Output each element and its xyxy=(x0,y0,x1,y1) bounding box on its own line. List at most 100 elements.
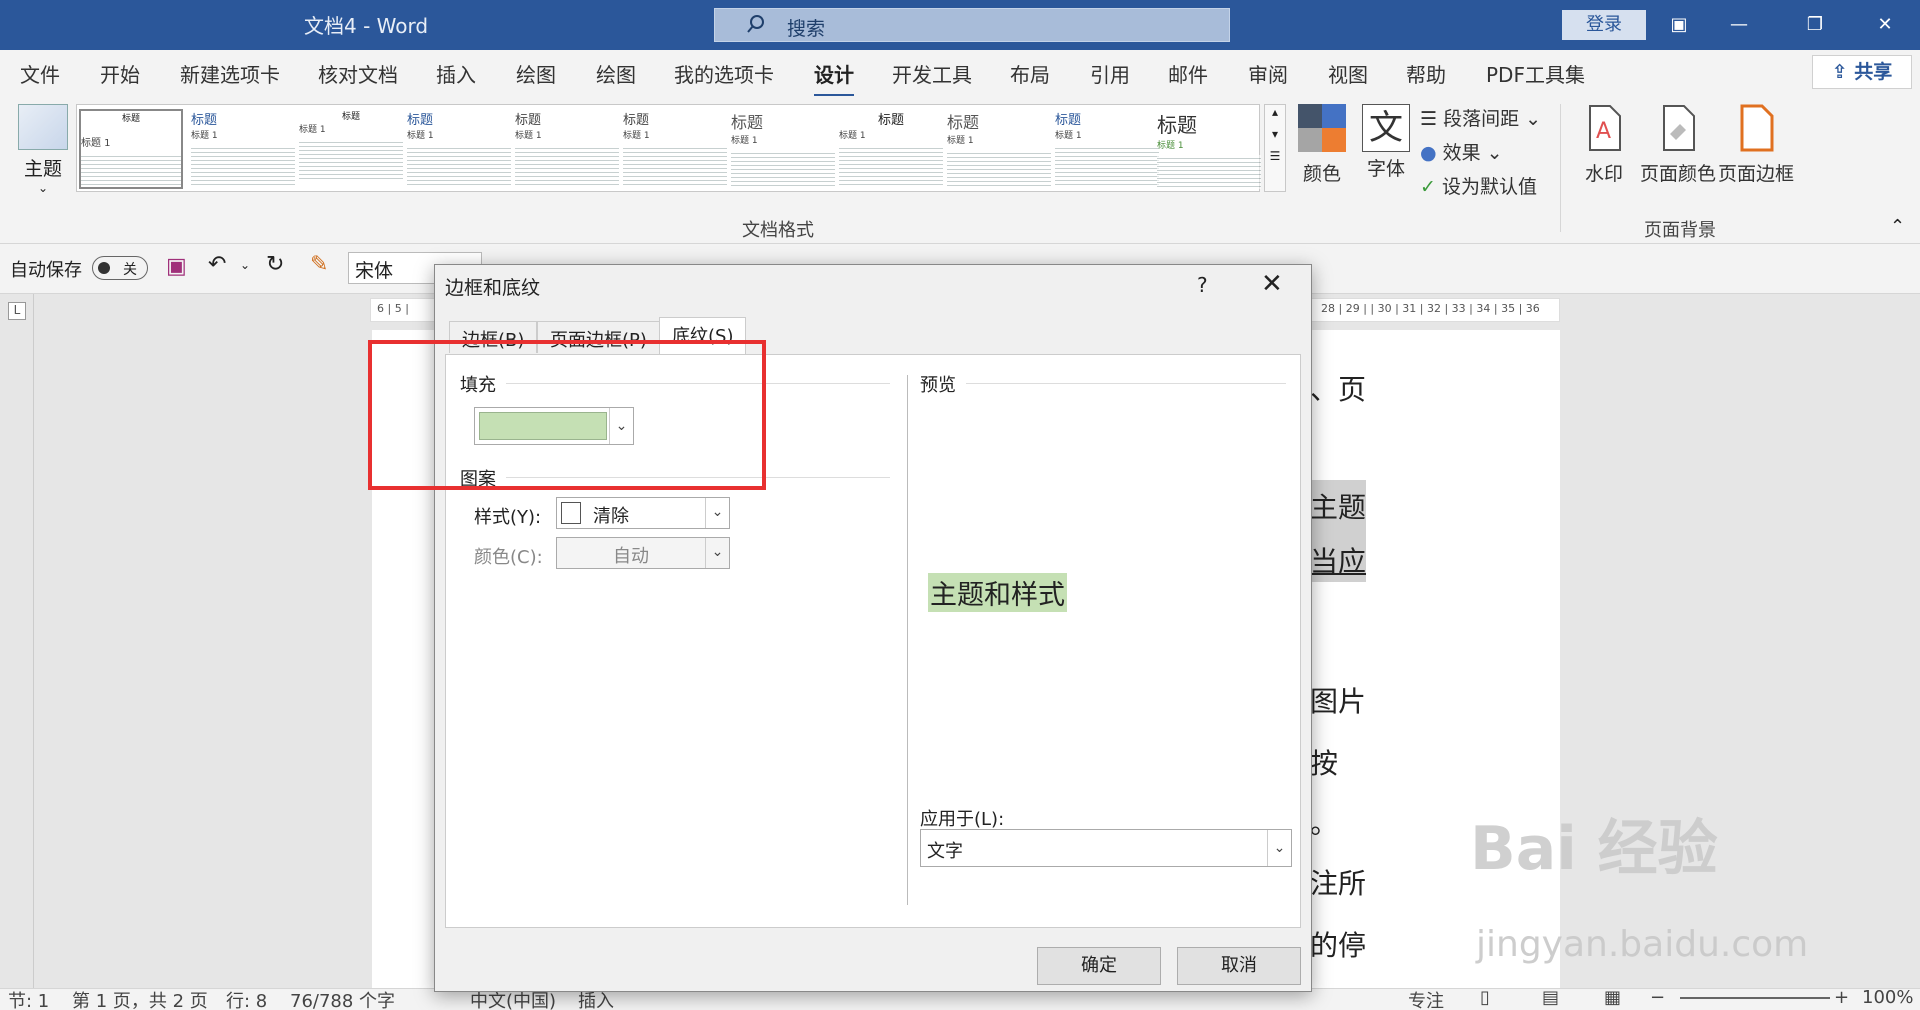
tab-selector-icon[interactable]: L xyxy=(8,302,26,320)
ribbon-display-icon[interactable]: ▣ xyxy=(1664,10,1694,40)
effects-icon: ● xyxy=(1420,142,1443,164)
fonts-button[interactable]: 文 字体 xyxy=(1362,104,1410,181)
close-window-icon[interactable]: ✕ xyxy=(1870,10,1900,40)
apply-to-select[interactable]: 文字 ⌄ xyxy=(920,829,1292,867)
color-label: 颜色(C): xyxy=(474,547,543,568)
gallery-scroll[interactable]: ▴ ▾ ☰ xyxy=(1264,104,1286,192)
tab-references[interactable]: 引用 xyxy=(1090,59,1130,88)
read-mode-icon[interactable]: ▯ xyxy=(1480,987,1490,1008)
page-borders-label: 页面边框 xyxy=(1718,163,1795,185)
page-text: 、页 xyxy=(1310,373,1367,406)
page-color-button[interactable]: 页面颜色 xyxy=(1640,104,1716,186)
chevron-up-icon[interactable]: ▴ xyxy=(1265,105,1285,119)
tab-review[interactable]: 审阅 xyxy=(1248,59,1288,88)
preview-label: 预览 xyxy=(920,375,956,396)
share-label: 共享 xyxy=(1854,61,1893,83)
redo-icon[interactable]: ↻ xyxy=(266,252,284,277)
style-set-item[interactable]: 标题 标题 1 xyxy=(79,109,183,189)
ribbon-separator xyxy=(1560,104,1561,232)
preview-divider xyxy=(966,383,1286,384)
tab-pdf-tools[interactable]: PDF工具集 xyxy=(1486,59,1585,88)
status-section: 节: 1 xyxy=(8,991,50,1010)
minimize-icon[interactable]: — xyxy=(1724,10,1754,40)
tab-insert[interactable]: 插入 xyxy=(436,59,476,88)
save-icon[interactable]: ▣ xyxy=(166,254,187,279)
watermark-button[interactable]: A 水印 xyxy=(1580,104,1628,186)
page-borders-button[interactable]: 页面边框 xyxy=(1718,104,1794,186)
page-text: 主题 xyxy=(1310,480,1367,530)
chevron-down-icon[interactable]: ⌄ xyxy=(705,498,729,528)
pattern-color-select[interactable]: 自动 ⌄ xyxy=(556,537,730,569)
style-set-item[interactable]: 标题 标题 1 xyxy=(839,109,943,189)
tab-design[interactable]: 设计 xyxy=(814,59,854,98)
tab-new[interactable]: 新建选项卡 xyxy=(180,59,280,88)
status-line: 行: 8 xyxy=(226,991,268,1010)
style-set-item[interactable]: 标题 标题 1 xyxy=(191,109,295,189)
tab-review-doc[interactable]: 核对文档 xyxy=(318,59,398,88)
help-icon[interactable]: ? xyxy=(1197,273,1208,297)
share-button[interactable]: ⇪ 共享 xyxy=(1812,55,1912,89)
zoom-out-icon[interactable]: − xyxy=(1650,987,1665,1008)
style-set-item[interactable]: 标题 标题 1 xyxy=(1157,109,1261,189)
style-set-item[interactable]: 标题 标题 1 xyxy=(947,109,1051,189)
style-set-gallery: 标题 标题 1 标题 标题 1 标题 标题 1 标题 标题 1 标题 标题 1 标题 标题 … xyxy=(76,104,1261,192)
paragraph-spacing-button[interactable]: ☰ 段落间距 ⌄ xyxy=(1420,104,1541,131)
panel-divider xyxy=(907,375,908,905)
page-text: 。 xyxy=(1310,807,1339,840)
style-set-item[interactable]: 标题 标题 1 xyxy=(623,109,727,189)
status-focus[interactable]: 专注 xyxy=(1408,987,1444,1010)
style-set-item[interactable]: 标题 标题 1 xyxy=(299,109,403,189)
tab-developer[interactable]: 开发工具 xyxy=(892,59,972,88)
close-icon[interactable]: ✕ xyxy=(1261,269,1283,299)
page-text: 的停 xyxy=(1310,929,1367,962)
tab-my-tab[interactable]: 我的选项卡 xyxy=(674,59,774,88)
page-text: 注所 xyxy=(1310,867,1367,900)
tab-draw[interactable]: 绘图 xyxy=(516,59,556,88)
cancel-button[interactable]: 取消 xyxy=(1177,947,1301,985)
web-layout-icon[interactable]: ▦ xyxy=(1604,987,1621,1008)
ruler-left-ticks: 6 | 5 | xyxy=(377,302,409,315)
tab-file[interactable]: 文件 xyxy=(20,59,60,88)
chevron-down-icon[interactable]: ⌄ xyxy=(1267,830,1291,866)
chevron-down-icon[interactable]: ▾ xyxy=(1265,127,1285,141)
style-value: 清除 xyxy=(593,506,629,527)
theme-button[interactable]: 主题 ⌄ xyxy=(14,104,72,195)
page-color-label: 页面颜色 xyxy=(1640,163,1717,185)
print-layout-icon[interactable]: ▤ xyxy=(1542,987,1559,1008)
collapse-ribbon-icon[interactable]: ⌃ xyxy=(1890,216,1905,237)
zoom-in-icon[interactable]: + xyxy=(1834,987,1849,1008)
autosave-toggle[interactable]: 关 xyxy=(92,256,148,280)
apply-to-value: 文字 xyxy=(927,841,963,862)
tab-draw-2[interactable]: 绘图 xyxy=(596,59,636,88)
style-set-item[interactable]: 标题 标题 1 xyxy=(731,109,835,189)
search-box[interactable]: 搜索 xyxy=(714,8,1230,42)
status-words[interactable]: 76/788 个字 xyxy=(290,987,395,1010)
undo-dropdown-icon[interactable]: ⌄ xyxy=(240,258,250,272)
style-select[interactable]: 清除 ⌄ xyxy=(556,497,730,529)
undo-icon[interactable]: ↶ xyxy=(208,252,226,277)
autosave-label: 自动保存 xyxy=(10,260,82,281)
status-page[interactable]: 第 1 页，共 2 页 xyxy=(72,987,208,1010)
restore-icon[interactable]: ❐ xyxy=(1800,10,1830,40)
chevron-down-icon[interactable]: ⌄ xyxy=(705,538,729,568)
zoom-slider[interactable] xyxy=(1680,997,1830,999)
tab-layout[interactable]: 布局 xyxy=(1010,59,1050,88)
zoom-level[interactable]: 100% xyxy=(1862,987,1913,1008)
tab-mailings[interactable]: 邮件 xyxy=(1168,59,1208,88)
tab-help[interactable]: 帮助 xyxy=(1406,59,1446,88)
effects-button[interactable]: ● 效果 ⌄ xyxy=(1420,138,1503,165)
ok-button[interactable]: 确定 xyxy=(1037,947,1161,985)
vertical-ruler: L xyxy=(0,294,34,988)
login-button[interactable]: 登录 xyxy=(1562,10,1646,40)
style-set-item[interactable]: 标题 标题 1 xyxy=(407,109,511,189)
tab-home[interactable]: 开始 xyxy=(100,59,140,88)
fonts-icon: 文 xyxy=(1362,104,1410,152)
style-set-item[interactable]: 标题 标题 1 xyxy=(515,109,619,189)
set-default-button[interactable]: ✓ 设为默认值 xyxy=(1420,172,1537,199)
watermark-label: 水印 xyxy=(1584,163,1623,185)
style-set-item[interactable]: 标题 标题 1 xyxy=(1055,109,1159,189)
format-painter-icon[interactable]: ✎ xyxy=(310,252,328,277)
colors-button[interactable]: 颜色 xyxy=(1298,104,1346,186)
tab-view[interactable]: 视图 xyxy=(1328,59,1368,88)
gallery-more-icon[interactable]: ☰ xyxy=(1265,149,1285,163)
